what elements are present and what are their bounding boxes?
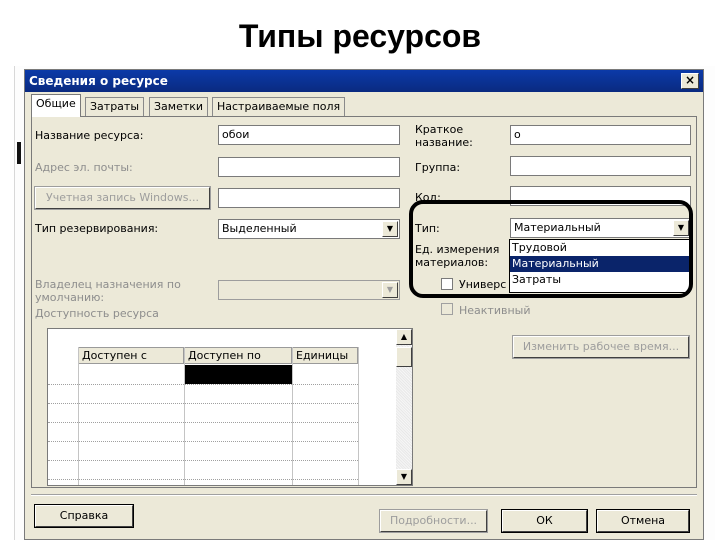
tab-custom-fields[interactable]: Настраиваемые поля <box>212 97 346 116</box>
chevron-down-icon[interactable]: ▼ <box>673 220 689 236</box>
tab-notes[interactable]: Заметки <box>149 97 209 116</box>
windows-account-button[interactable]: Учетная запись Windows... <box>34 186 211 210</box>
scroll-thumb[interactable] <box>396 347 412 367</box>
default-owner-label-line1: Владелец назначения по <box>35 278 181 291</box>
inactive-checkbox[interactable] <box>441 303 453 315</box>
cancel-button[interactable]: Отмена <box>596 509 690 533</box>
type-option-cost[interactable]: Затраты <box>510 272 689 288</box>
selected-cell[interactable] <box>185 365 292 384</box>
type-label: Тип: <box>415 222 440 235</box>
dialog-title: Сведения о ресурсе <box>29 74 168 88</box>
short-name-label-line1: Краткое <box>415 123 464 136</box>
default-owner-select[interactable]: ▼ <box>218 280 400 300</box>
scroll-down-icon[interactable]: ▼ <box>396 469 412 485</box>
inactive-checkbox-label: Неактивный <box>459 304 531 317</box>
group-input[interactable] <box>510 156 691 176</box>
type-select[interactable]: Материальный ▼ <box>510 218 691 238</box>
resource-info-dialog: Сведения о ресурсе × Общие Затраты Замет… <box>24 69 704 540</box>
grid-line <box>48 403 358 405</box>
tab-costs[interactable]: Затраты <box>85 97 145 116</box>
grid-line <box>48 422 358 424</box>
email-label: Адрес эл. почты: <box>35 161 133 174</box>
material-units-label-line2: материалов: <box>415 256 489 269</box>
close-icon[interactable]: × <box>681 73 699 89</box>
material-units-label-line1: Ед. измерения <box>415 243 500 256</box>
change-working-time-button[interactable]: Изменить рабочее время... <box>512 335 690 359</box>
chevron-down-icon[interactable]: ▼ <box>382 282 398 298</box>
type-option-material[interactable]: Материальный <box>510 256 689 272</box>
details-button[interactable]: Подробности... <box>379 509 488 533</box>
windows-account-input[interactable] <box>218 188 400 208</box>
ok-button[interactable]: ОК <box>501 509 588 533</box>
booking-type-value: Выделенный <box>222 222 297 235</box>
default-owner-label-line2: умолчанию: <box>35 291 105 304</box>
booking-type-label: Тип резервирования: <box>35 222 159 235</box>
availability-label: Доступность ресурса <box>35 307 159 320</box>
tab-general[interactable]: Общие <box>31 94 81 117</box>
grid-line <box>48 460 358 462</box>
type-option-work[interactable]: Трудовой <box>510 240 689 256</box>
scroll-up-icon[interactable]: ▲ <box>396 329 412 345</box>
resource-name-label: Название ресурса: <box>35 129 144 142</box>
grid-line <box>48 384 358 386</box>
generic-checkbox-label: Универс <box>459 278 507 291</box>
chevron-down-icon[interactable]: ▼ <box>382 221 398 237</box>
short-name-input[interactable]: о <box>510 125 691 145</box>
group-label: Группа: <box>415 161 461 174</box>
column-header-available-from[interactable]: Доступен с <box>78 347 184 364</box>
column-header-units[interactable]: Единицы <box>292 347 358 364</box>
booking-type-select[interactable]: Выделенный ▼ <box>218 219 400 239</box>
grid-line <box>78 347 79 485</box>
column-header-available-to[interactable]: Доступен по <box>184 347 292 364</box>
grid-line <box>292 347 293 485</box>
resource-name-input[interactable]: обои <box>218 125 400 145</box>
grid-scrollbar[interactable]: ▲ ▼ <box>396 329 412 485</box>
type-value: Материальный <box>514 221 601 234</box>
availability-grid[interactable]: Доступен с Доступен по Единицы ▲ ▼ <box>47 328 413 486</box>
short-name-label-line2: название: <box>415 136 473 149</box>
code-label: Код: <box>415 191 441 204</box>
dialog-titlebar: Сведения о ресурсе × <box>25 70 703 92</box>
grid-line <box>48 441 358 443</box>
code-input[interactable] <box>510 186 691 206</box>
type-dropdown-list: Трудовой Материальный Затраты <box>509 239 690 293</box>
footer-divider <box>31 494 697 496</box>
slide-title: Типы ресурсов <box>238 18 482 54</box>
background-mark <box>17 142 21 164</box>
grid-line <box>358 347 359 485</box>
grid-line <box>48 479 358 481</box>
generic-checkbox[interactable] <box>441 278 453 290</box>
email-input[interactable] <box>218 157 400 177</box>
help-button[interactable]: Справка <box>34 504 134 528</box>
